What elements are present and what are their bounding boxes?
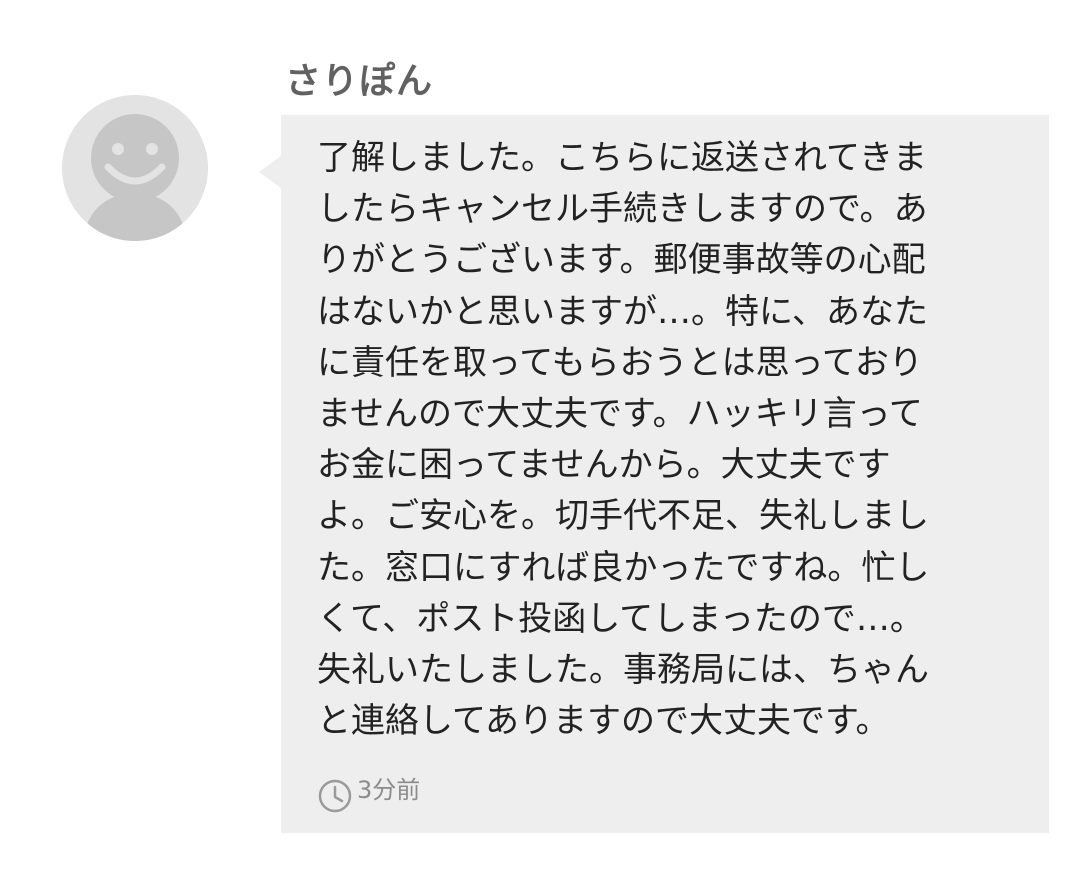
sender-name[interactable]: さりぽん — [285, 52, 433, 104]
bubble-tail — [259, 156, 281, 188]
avatar[interactable] — [62, 95, 208, 241]
message-line: 失礼いたしました。事務局には、ちゃん — [317, 650, 929, 691]
timestamp-label: 3分前 — [357, 776, 421, 804]
default-user-face-icon — [62, 95, 208, 241]
message-line: くて、ポスト投函してしまったので…。 — [317, 598, 924, 639]
message-line: はないかと思いますが…。特に、あなた — [317, 291, 928, 332]
message-line: お金に困ってませんから。大丈夫です — [317, 445, 891, 486]
message-line: よ。ご安心を。切手代不足、失礼しまし — [317, 496, 929, 537]
message-line: ませんので大丈夫です。ハッキリ言って — [317, 394, 923, 435]
message-line: したらキャンセル手続きしますので。あ — [317, 189, 928, 230]
clock-icon — [318, 779, 352, 813]
message-line: た。窓口にすれば良かったですね。忙し — [317, 547, 930, 588]
message-text: 了解しました。こちらに返送されてきま したらキャンセル手続きしますので。あ りが… — [317, 133, 1007, 747]
message-bubble: 了解しました。こちらに返送されてきま したらキャンセル手続きしますので。あ りが… — [281, 115, 1049, 833]
message-line: と連絡してありますので大丈夫です。 — [317, 701, 890, 742]
message-line: りがとうございます。郵便事故等の心配 — [317, 240, 926, 281]
message-line: に責任を取ってもらおうとは思っており — [317, 342, 923, 383]
message-line: 了解しました。こちらに返送されてきま — [317, 138, 927, 178]
